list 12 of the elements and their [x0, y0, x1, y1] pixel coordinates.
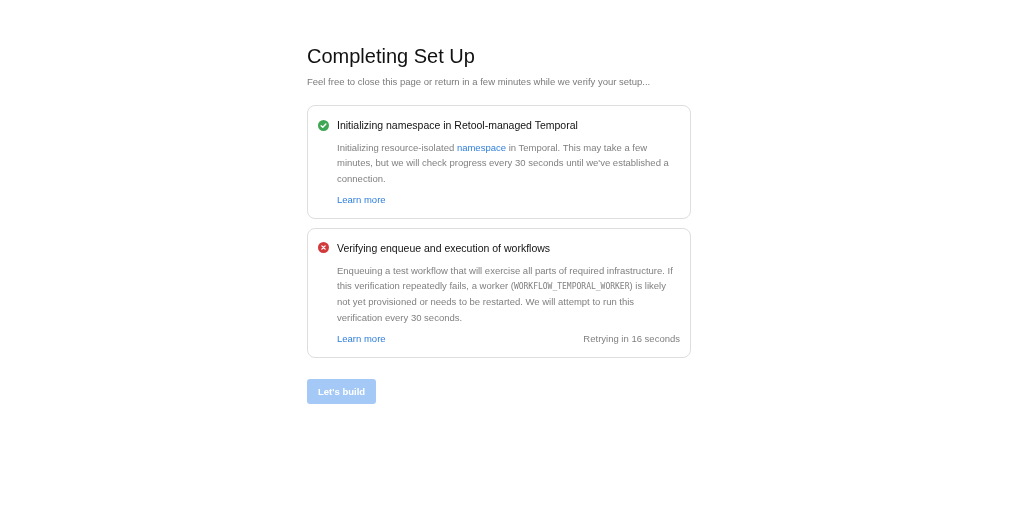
- page-title: Completing Set Up: [307, 44, 476, 68]
- page-subtitle: Feel free to close this page or return in a few minutes while we verify your setup...: [307, 76, 652, 87]
- learn-more-link[interactable]: Learn more: [337, 193, 386, 205]
- check-icon: [318, 119, 329, 131]
- step-title: Verifying enqueue and execution of workflows: [337, 241, 551, 254]
- error-icon: [318, 242, 329, 254]
- retry-status: Retrying in 16 seconds: [583, 333, 680, 345]
- namespace-link[interactable]: namespace: [456, 142, 506, 153]
- learn-more-link[interactable]: Learn more: [337, 333, 386, 345]
- step-title: Initializing namespace in Retool-managed Temporal: [337, 119, 578, 131]
- step-description: Enqueuing a test workflow that will exercise all parts of required infrastructure. If this verification repeatedly fails, a worker (WORKFLOW_TEMPORAL_WORKER) is likely not yet provisioned or needs to be restarted. We will attempt to run this verification every 30 seconds.: [337, 263, 674, 325]
- step-description: Initializing resource-isolated namespace in Temporal. This may take a few minutes, but we will check progress every 30 seconds until we've established a connection.: [337, 141, 670, 186]
